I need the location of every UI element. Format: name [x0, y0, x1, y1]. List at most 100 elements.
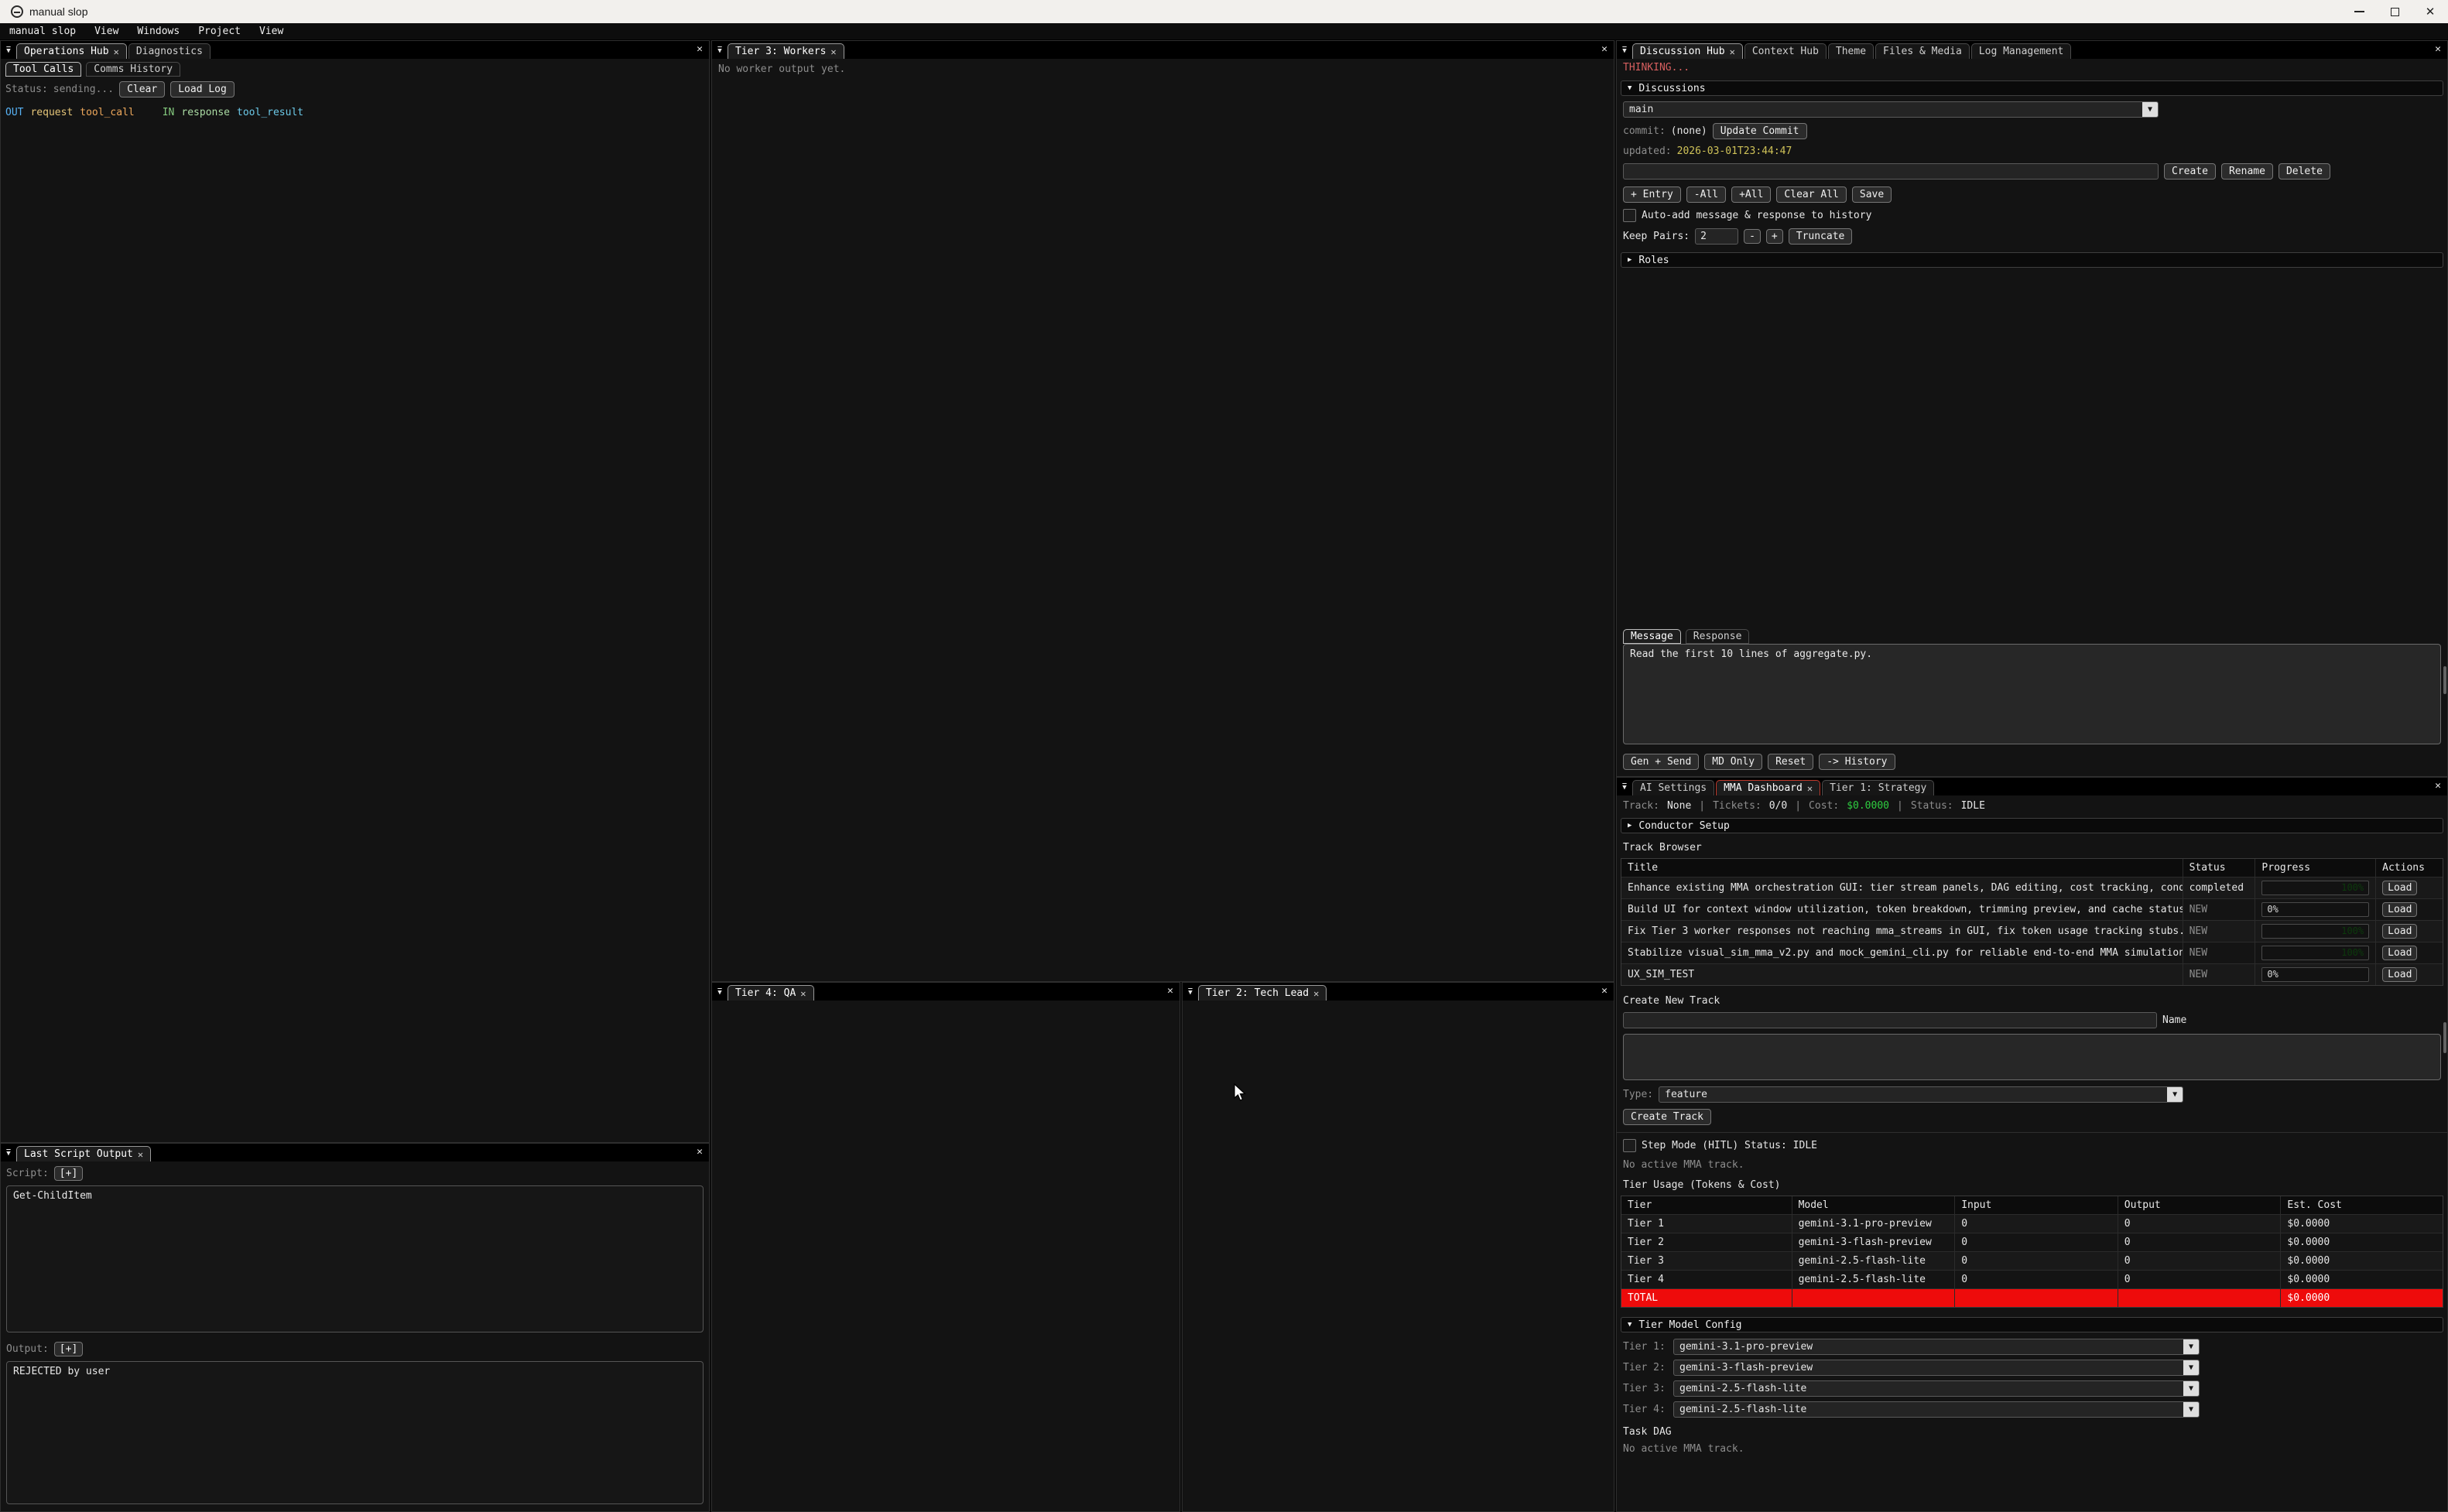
tab-diagnostics[interactable]: Diagnostics	[128, 43, 211, 59]
tier-model-config-collapsible-header[interactable]: ▼ Tier Model Config	[1621, 1317, 2443, 1332]
menu-manual-slop[interactable]: manual slop	[0, 23, 85, 39]
dock-caret-icon[interactable]: ▼	[1617, 781, 1632, 795]
tab-discussion-hub[interactable]: Discussion Hub ✕	[1632, 43, 1743, 59]
reset-button[interactable]: Reset	[1768, 754, 1813, 770]
close-tab-icon[interactable]: ✕	[1730, 46, 1735, 57]
update-commit-button[interactable]: Update Commit	[1713, 123, 1807, 139]
tab-mma-dashboard[interactable]: MMA Dashboard ✕	[1716, 780, 1820, 795]
create-button[interactable]: Create	[2164, 163, 2216, 180]
menu-view-2[interactable]: View	[250, 23, 293, 39]
panel-close-icon[interactable]: ✕	[1601, 43, 1607, 55]
panel-close-icon[interactable]: ✕	[697, 1146, 703, 1158]
conductor-setup-collapsible-header[interactable]: ▶ Conductor Setup	[1621, 818, 2443, 833]
tier3-label: Tier 3:	[1623, 1383, 1668, 1394]
panel-close-icon[interactable]: ✕	[1167, 985, 1173, 997]
tab-tier3-workers[interactable]: Tier 3: Workers ✕	[728, 43, 844, 59]
tab-theme[interactable]: Theme	[1828, 43, 1874, 59]
maximize-button[interactable]	[2377, 0, 2412, 23]
track-description-textarea[interactable]	[1623, 1034, 2441, 1080]
panel-close-icon[interactable]: ✕	[2435, 43, 2441, 55]
create-track-button[interactable]: Create Track	[1623, 1109, 1711, 1125]
panel-close-icon[interactable]: ✕	[697, 43, 703, 55]
dock-caret-icon[interactable]: ▼	[1183, 986, 1198, 1000]
close-tab-icon[interactable]: ✕	[1807, 783, 1813, 794]
operations-hub-panel: ▼ Operations Hub ✕ Diagnostics ✕ Tool Ca…	[0, 40, 710, 1143]
close-tab-icon[interactable]: ✕	[800, 988, 806, 999]
discussion-branch-select[interactable]: main ▼	[1623, 101, 2159, 118]
rename-button[interactable]: Rename	[2221, 163, 2273, 180]
add-entry-button[interactable]: + Entry	[1623, 186, 1681, 203]
panel-close-icon[interactable]: ✕	[2435, 780, 2441, 792]
track-name-input[interactable]	[1623, 1012, 2157, 1028]
tab-tier4-qa[interactable]: Tier 4: QA ✕	[728, 985, 814, 1001]
output-expand-button[interactable]: [+]	[54, 1342, 83, 1356]
tab-operations-hub[interactable]: Operations Hub ✕	[16, 43, 127, 59]
keep-pairs-input[interactable]: 2	[1695, 228, 1738, 245]
discussion-name-input[interactable]	[1623, 163, 2159, 180]
step-mode-checkbox[interactable]	[1623, 1139, 1636, 1152]
dock-caret-icon[interactable]: ▼	[1, 1147, 16, 1161]
gen-send-button[interactable]: Gen + Send	[1623, 754, 1699, 770]
clear-all-button[interactable]: Clear All	[1776, 186, 1846, 203]
close-button[interactable]: ✕	[2412, 0, 2448, 23]
truncate-button[interactable]: Truncate	[1789, 228, 1853, 245]
tab-ai-settings[interactable]: AI Settings	[1632, 780, 1714, 795]
close-tab-icon[interactable]: ✕	[830, 46, 836, 57]
delete-button[interactable]: Delete	[2279, 163, 2330, 180]
load-log-button[interactable]: Load Log	[170, 81, 235, 97]
tab-log-management[interactable]: Log Management	[1971, 43, 2072, 59]
clear-button[interactable]: Clear	[119, 81, 165, 97]
tab-message[interactable]: Message	[1623, 629, 1681, 644]
tab-tier2-techlead[interactable]: Tier 2: Tech Lead ✕	[1198, 985, 1327, 1001]
scrollbar-thumb[interactable]	[2443, 1022, 2446, 1053]
tab-response[interactable]: Response	[1686, 629, 1750, 644]
output-box[interactable]: REJECTED by user	[6, 1361, 704, 1504]
tier1-model-select[interactable]: gemini-3.1-pro-preview ▼	[1673, 1339, 2200, 1355]
scrollbar-thumb[interactable]	[2443, 666, 2446, 694]
expand-all-button[interactable]: +All	[1731, 186, 1771, 203]
load-button[interactable]: Load	[2382, 924, 2417, 939]
load-button[interactable]: Load	[2382, 946, 2417, 960]
dock-caret-icon[interactable]: ▼	[1617, 44, 1632, 58]
close-tab-icon[interactable]: ✕	[114, 46, 119, 57]
script-expand-button[interactable]: [+]	[54, 1166, 83, 1181]
tier3-model-select[interactable]: gemini-2.5-flash-lite ▼	[1673, 1380, 2200, 1397]
tab-files-media[interactable]: Files & Media	[1875, 43, 1970, 59]
save-button[interactable]: Save	[1852, 186, 1892, 203]
dock-caret-icon[interactable]: ▼	[1, 44, 16, 58]
dock-caret-icon[interactable]: ▼	[712, 986, 728, 1000]
decrement-button[interactable]: -	[1744, 229, 1761, 244]
tab-tool-calls[interactable]: Tool Calls	[5, 62, 81, 77]
load-button[interactable]: Load	[2382, 902, 2417, 917]
menu-view[interactable]: View	[85, 23, 128, 39]
tab-tier1-strategy[interactable]: Tier 1: Strategy	[1822, 780, 1934, 795]
track-type-select[interactable]: feature ▼	[1659, 1086, 2183, 1103]
track-label: Track:	[1623, 800, 1659, 812]
message-textarea[interactable]: Read the first 10 lines of aggregate.py.	[1623, 644, 2441, 744]
tab-comms-history[interactable]: Comms History	[86, 62, 180, 77]
panel-close-icon[interactable]: ✕	[1601, 985, 1607, 997]
collapse-all-button[interactable]: -All	[1686, 186, 1726, 203]
tier2-model-select[interactable]: gemini-3-flash-preview ▼	[1673, 1360, 2200, 1376]
autoadd-checkbox[interactable]	[1623, 209, 1636, 222]
md-only-button[interactable]: MD Only	[1704, 754, 1762, 770]
menu-windows[interactable]: Windows	[128, 23, 189, 39]
title-bar: manual slop ✕	[0, 0, 2448, 23]
dock-caret-icon[interactable]: ▼	[712, 44, 728, 58]
commit-label: commit:	[1623, 125, 1666, 137]
close-tab-icon[interactable]: ✕	[1313, 988, 1319, 999]
to-history-button[interactable]: -> History	[1819, 754, 1895, 770]
minimize-button[interactable]	[2341, 0, 2377, 23]
tier4-model-select[interactable]: gemini-2.5-flash-lite ▼	[1673, 1401, 2200, 1418]
tab-last-script-output[interactable]: Last Script Output ✕	[16, 1146, 151, 1161]
close-tab-icon[interactable]: ✕	[138, 1149, 143, 1160]
load-button[interactable]: Load	[2382, 881, 2417, 895]
tab-context-hub[interactable]: Context Hub	[1744, 43, 1827, 59]
load-button[interactable]: Load	[2382, 967, 2417, 982]
menu-project[interactable]: Project	[189, 23, 250, 39]
increment-button[interactable]: +	[1766, 229, 1783, 244]
script-box[interactable]: Get-ChildItem	[6, 1185, 704, 1332]
roles-collapsible-header[interactable]: ▶ Roles	[1621, 252, 2443, 268]
no-active-track-text: No active MMA track.	[1623, 1159, 1744, 1171]
discussions-collapsible-header[interactable]: ▼ Discussions	[1621, 80, 2443, 96]
